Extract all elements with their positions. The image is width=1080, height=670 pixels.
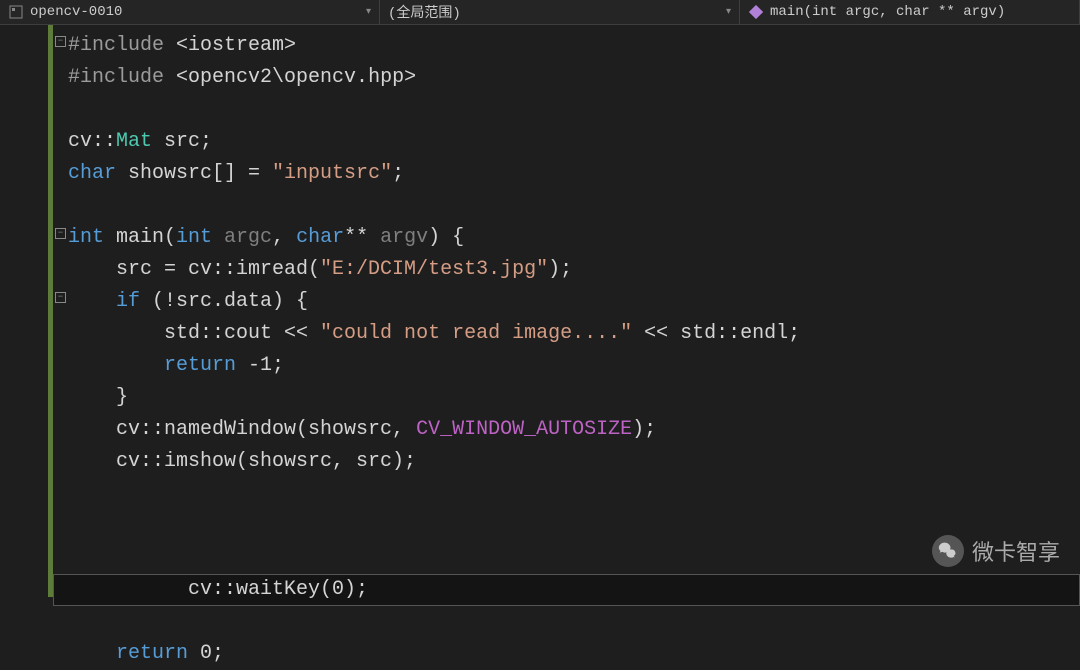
code-line: cv::imshow(showsrc, src);	[68, 446, 1080, 478]
function-icon	[748, 4, 764, 20]
nav-scope-dropdown[interactable]: (全局范围) ▾	[380, 0, 740, 24]
code-line	[68, 190, 1080, 222]
code-line: cv::Mat src;	[68, 126, 1080, 158]
wechat-icon	[932, 535, 964, 567]
nav-project-label: opencv-0010	[30, 4, 122, 20]
editor-gutter: − − −	[0, 25, 53, 597]
code-line: int main(int argc, char** argv) {	[68, 222, 1080, 254]
code-line: #include <iostream>	[68, 30, 1080, 62]
watermark: 微卡智享	[932, 535, 1060, 567]
watermark-text: 微卡智享	[972, 535, 1060, 567]
chevron-down-icon: ▾	[726, 6, 731, 18]
chevron-down-icon: ▾	[366, 6, 371, 18]
code-line: std::cout << "could not read image...." …	[68, 318, 1080, 350]
code-line	[68, 478, 1080, 510]
code-line: return -1;	[68, 350, 1080, 382]
nav-function-dropdown[interactable]: main(int argc, char ** argv)	[740, 0, 1080, 24]
code-line	[68, 94, 1080, 126]
code-line-highlighted: cv::waitKey(0);	[68, 510, 1080, 638]
code-line: cv::namedWindow(showsrc, CV_WINDOW_AUTOS…	[68, 414, 1080, 446]
code-line: if (!src.data) {	[68, 286, 1080, 318]
code-line: }	[68, 382, 1080, 414]
code-line: return 0;	[68, 638, 1080, 670]
code-line: #include <opencv2\opencv.hpp>	[68, 62, 1080, 94]
nav-function-label: main(int argc, char ** argv)	[770, 4, 1005, 20]
nav-project-dropdown[interactable]: opencv-0010 ▾	[0, 0, 380, 24]
code-editor[interactable]: − − − #include <iostream> #include <open…	[0, 25, 1080, 597]
code-content[interactable]: #include <iostream> #include <opencv2\op…	[53, 25, 1080, 597]
nav-scope-label: (全局范围)	[388, 2, 461, 22]
project-icon	[8, 4, 24, 20]
navigation-bar: opencv-0010 ▾ (全局范围) ▾ main(int argc, ch…	[0, 0, 1080, 25]
code-line: src = cv::imread("E:/DCIM/test3.jpg");	[68, 254, 1080, 286]
code-line: char showsrc[] = "inputsrc";	[68, 158, 1080, 190]
